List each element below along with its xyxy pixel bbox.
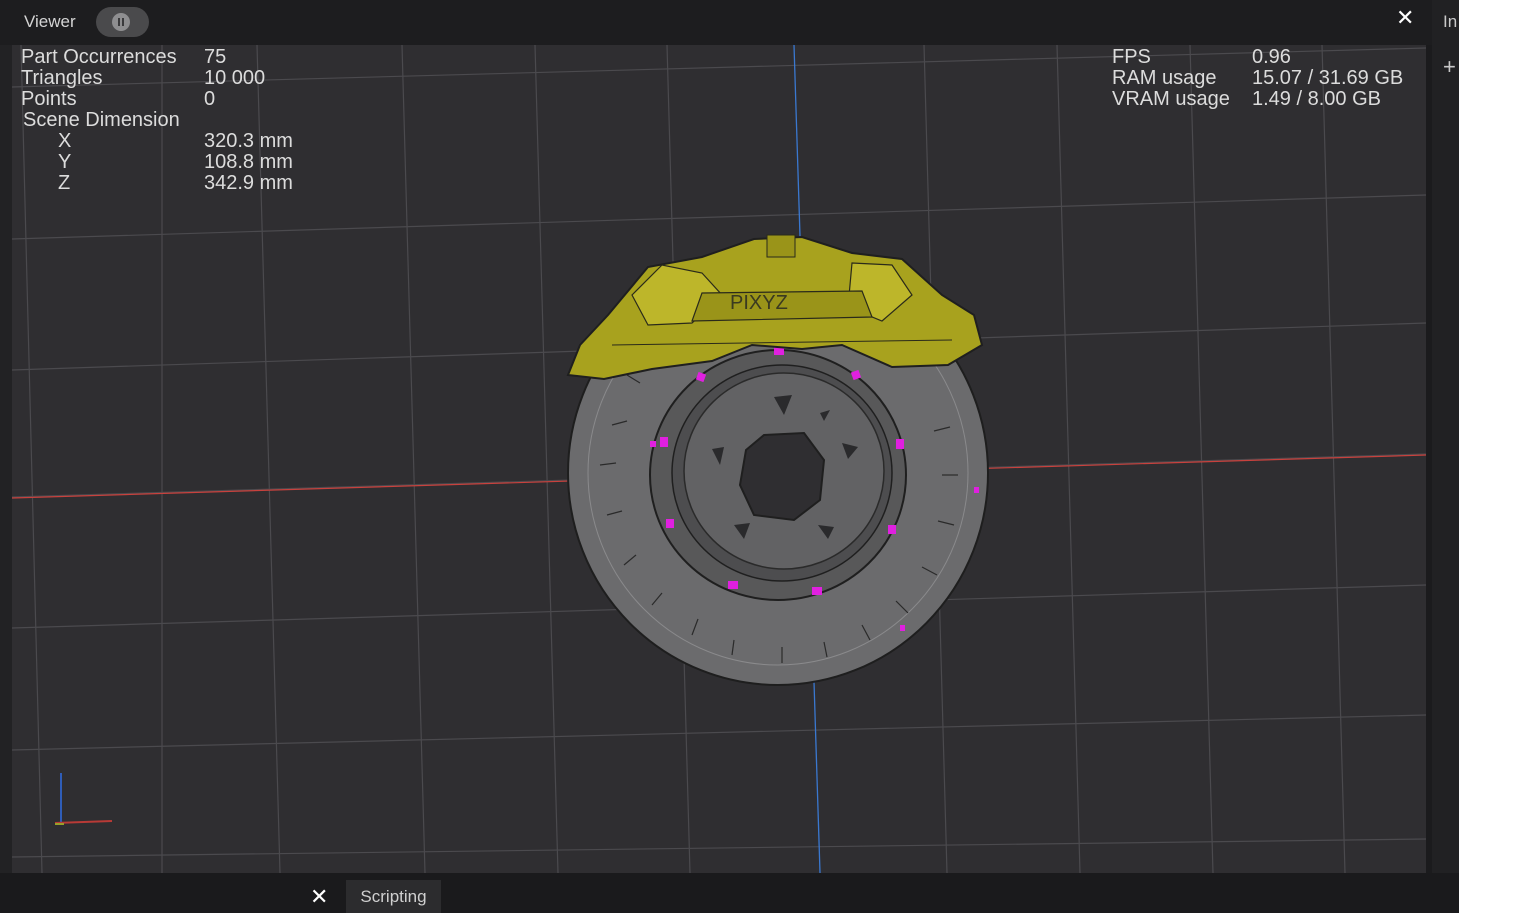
axis-gizmo: [54, 773, 113, 825]
dimension-y-label: Y: [58, 151, 72, 173]
dimension-y-value: 108.8 mm: [204, 151, 293, 173]
points-label: Points: [21, 88, 77, 110]
caliper-logo-text: PIXYZ: [730, 292, 788, 314]
part-occurrences-value: 75: [204, 46, 227, 68]
fps-label: FPS: [1112, 46, 1151, 68]
fps-value: 0.96: [1252, 46, 1291, 68]
close-icon[interactable]: ✕: [1396, 7, 1414, 29]
bottom-dock: ✕ Scripting: [0, 873, 1459, 913]
viewer-title: Viewer: [24, 12, 76, 31]
side-panel: In +: [1432, 0, 1459, 873]
vram-value: 1.49 / 8.00 GB: [1252, 88, 1381, 110]
app-window: Viewer ✕ In + PIXYZ Part Occurrences 75 …: [0, 0, 1459, 913]
left-strip: [0, 45, 12, 873]
viewer-header: Viewer ✕: [0, 0, 1432, 45]
ram-value: 15.07 / 31.69 GB: [1252, 67, 1404, 89]
ram-label: RAM usage: [1112, 67, 1217, 89]
scene-stats: Part Occurrences 75 Triangles 10 000 Point…: [21, 47, 321, 194]
dimension-x-label: X: [58, 130, 72, 152]
triangles-value: 10 000: [204, 67, 266, 89]
points-value: 0: [204, 88, 216, 110]
dimension-z-value: 342.9 mm: [204, 172, 293, 194]
pause-icon: [112, 13, 130, 31]
close-icon[interactable]: ✕: [310, 886, 328, 908]
performance-stats: FPS 0.96 RAM usage 15.07 / 31.69 GB VRAM u…: [1112, 47, 1412, 110]
pause-button[interactable]: [96, 7, 149, 37]
3d-viewport[interactable]: PIXYZ Part Occurrences 75 Triangles 10 000…: [12, 45, 1426, 873]
scene-dimension-label: Scene Dimension: [23, 109, 180, 131]
dimension-x-value: 320.3 mm: [204, 130, 293, 152]
side-panel-title: In: [1443, 12, 1458, 31]
triangles-label: Triangles: [21, 67, 103, 89]
plus-icon[interactable]: +: [1443, 54, 1459, 80]
vram-label: VRAM usage: [1112, 88, 1230, 110]
tab-scripting[interactable]: Scripting: [346, 880, 441, 913]
dimension-z-label: Z: [58, 172, 71, 194]
part-occurrences-label: Part Occurrences: [21, 46, 177, 68]
